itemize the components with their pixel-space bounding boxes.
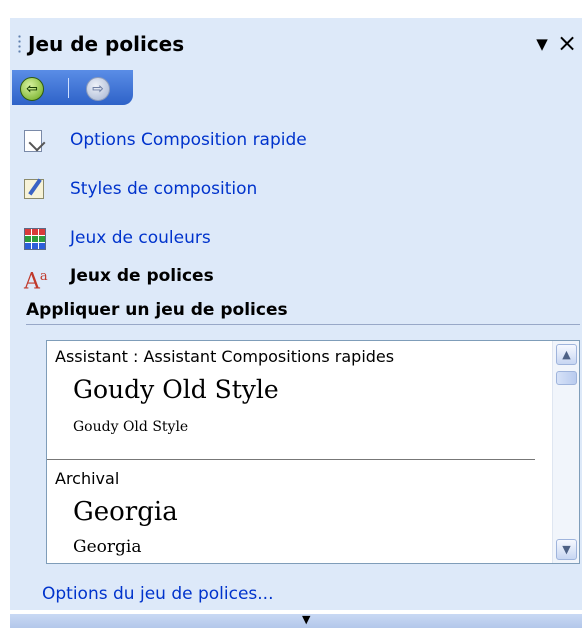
publication-designs-icon bbox=[24, 179, 44, 199]
font-icon-superscript: a bbox=[39, 269, 48, 284]
font-scheme-item-selected[interactable]: Assistant : Assistant Compositions rapid… bbox=[47, 341, 535, 459]
scroll-more-bar[interactable]: ▼ bbox=[10, 614, 582, 628]
section-divider bbox=[26, 324, 580, 325]
font-scheme-options-link[interactable]: Options du jeu de polices... bbox=[42, 584, 274, 604]
scroll-up-button[interactable]: ▲ bbox=[556, 344, 577, 365]
forward-button[interactable]: ⇨ bbox=[86, 77, 110, 101]
font-scheme-body-sample: Georgia bbox=[73, 537, 142, 557]
font-scheme-body-sample: Goudy Old Style bbox=[73, 419, 189, 435]
menu-item-label[interactable]: Jeux de couleurs bbox=[70, 228, 211, 248]
forward-arrow-icon: ⇨ bbox=[92, 81, 104, 97]
task-pane: Jeu de polices ▼ × ⇦ ⇨ Options Compositi… bbox=[10, 18, 582, 628]
scroll-down-button[interactable]: ▼ bbox=[556, 539, 577, 560]
menu-item-label[interactable]: Styles de composition bbox=[70, 179, 257, 199]
task-pane-menu-button[interactable]: ▼ bbox=[532, 34, 552, 54]
font-scheme-list[interactable]: Assistant : Assistant Compositions rapid… bbox=[46, 340, 580, 564]
scroll-more-icon: ▼ bbox=[302, 613, 311, 626]
color-schemes-icon bbox=[24, 228, 46, 250]
menu-item-label[interactable]: Options Composition rapide bbox=[70, 130, 307, 150]
nav-separator bbox=[68, 78, 69, 98]
font-scheme-heading-sample: Goudy Old Style bbox=[73, 375, 279, 404]
scroll-thumb[interactable] bbox=[556, 371, 577, 385]
font-scheme-item[interactable]: Archival Georgia Georgia bbox=[47, 459, 535, 563]
font-scheme-name: Archival bbox=[55, 469, 120, 488]
task-pane-title: Jeu de polices bbox=[28, 32, 185, 56]
layout-options-icon bbox=[24, 130, 42, 152]
font-scheme-name: Assistant : Assistant Compositions rapid… bbox=[55, 347, 395, 366]
back-arrow-icon: ⇦ bbox=[26, 81, 38, 97]
font-icon-letter: A bbox=[24, 269, 40, 295]
vertical-scrollbar[interactable]: ▲ ▼ bbox=[552, 341, 579, 563]
close-button[interactable]: × bbox=[556, 31, 578, 55]
section-title: Appliquer un jeu de polices bbox=[26, 300, 288, 320]
navigation-bar: ⇦ ⇨ bbox=[12, 70, 133, 105]
font-schemes-icon: Aa bbox=[24, 266, 54, 293]
back-button[interactable]: ⇦ bbox=[20, 77, 44, 101]
menu-item-label-active: Jeux de polices bbox=[70, 266, 214, 286]
drag-grip-icon[interactable] bbox=[18, 34, 21, 54]
font-scheme-list-content: Assistant : Assistant Compositions rapid… bbox=[47, 341, 535, 563]
font-scheme-heading-sample: Georgia bbox=[73, 497, 178, 527]
task-pane-header: Jeu de polices ▼ × bbox=[10, 18, 582, 68]
